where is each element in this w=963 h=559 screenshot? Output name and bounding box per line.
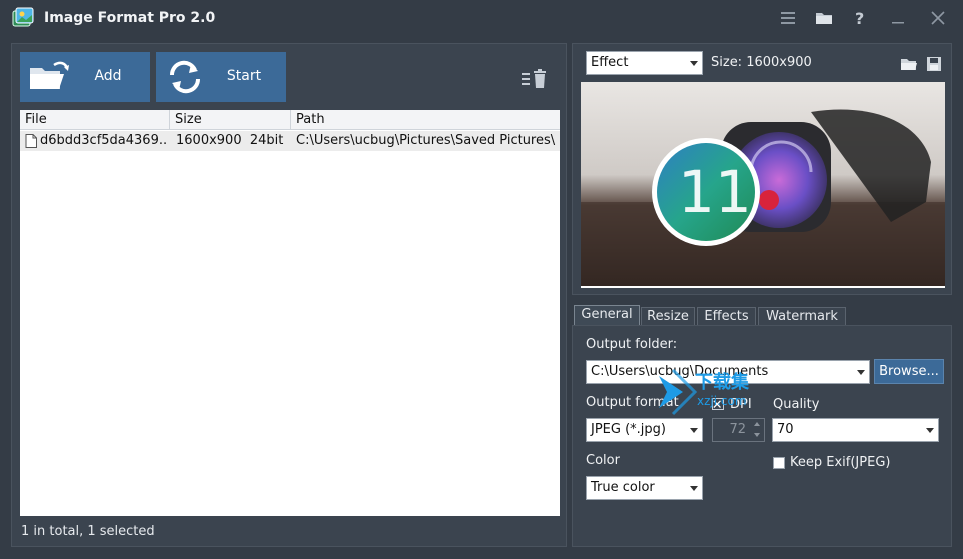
file-path-cell: C:\Users\ucbug\Pictures\Saved Pictures\: [296, 133, 556, 148]
spin-up-icon[interactable]: [754, 422, 760, 426]
tab-resize[interactable]: Resize: [641, 307, 695, 326]
open-folder-icon[interactable]: [900, 56, 918, 72]
preview-panel: Effect Size: 1600x900 11: [572, 43, 952, 295]
output-format-value: JPEG (*.jpg): [591, 422, 666, 437]
browse-button[interactable]: Browse...: [874, 359, 944, 384]
refresh-icon: [164, 59, 206, 95]
column-header-file[interactable]: File: [20, 110, 170, 130]
quality-select[interactable]: 70: [772, 418, 939, 442]
file-name-cell: d6bdd3cf5da4369...: [40, 133, 168, 148]
file-icon: [25, 134, 37, 148]
settings-panel: Output folder: C:\Users\ucbug\Documents …: [572, 325, 952, 547]
status-text: 1 in total, 1 selected: [21, 524, 155, 539]
keep-exif-checkbox[interactable]: [773, 457, 785, 469]
quality-value: 70: [777, 422, 794, 437]
color-select[interactable]: True color: [586, 476, 703, 500]
start-button[interactable]: Start: [156, 52, 286, 102]
clear-list-icon[interactable]: [521, 68, 549, 90]
color-label: Color: [586, 453, 620, 468]
chevron-down-icon: [690, 428, 698, 433]
watermark-line1: 下载集: [695, 372, 749, 393]
menu-icon[interactable]: [779, 9, 797, 27]
keep-exif-label: Keep Exif(JPEG): [790, 455, 891, 470]
output-format-select[interactable]: JPEG (*.jpg): [586, 418, 703, 442]
dpi-value: 72: [729, 422, 746, 437]
dpi-spinner[interactable]: 72: [712, 418, 765, 442]
tab-watermark[interactable]: Watermark: [758, 307, 846, 326]
file-list[interactable]: File Size Path d6bdd3cf5da4369... 1600x9…: [20, 110, 560, 516]
chevron-down-icon: [926, 428, 934, 433]
watermark-line2: xzji.com: [697, 394, 747, 408]
column-header-path[interactable]: Path: [291, 110, 560, 130]
chevron-down-icon: [857, 370, 865, 375]
chevron-down-icon: [690, 61, 698, 66]
table-row[interactable]: d6bdd3cf5da4369... 1600x900 24bit C:\Use…: [20, 131, 560, 151]
chevron-down-icon: [690, 486, 698, 491]
preview-mode-select[interactable]: Effect: [586, 51, 703, 75]
list-header: File Size Path: [20, 110, 560, 130]
site-watermark: 下载集 xzji.com: [655, 368, 795, 416]
badge-text: 11: [678, 158, 752, 226]
app-logo-icon: [11, 7, 35, 29]
add-label: Add: [94, 68, 122, 84]
save-icon[interactable]: [925, 56, 943, 72]
tab-effects[interactable]: Effects: [697, 307, 756, 326]
add-folder-icon: [28, 59, 70, 95]
add-button[interactable]: Add: [20, 52, 150, 102]
image-preview: 11: [581, 82, 945, 288]
tab-general[interactable]: General: [574, 305, 640, 326]
preview-mode-value: Effect: [591, 55, 629, 70]
close-icon[interactable]: [929, 9, 947, 27]
svg-text:?: ?: [855, 9, 864, 27]
help-icon[interactable]: ?: [851, 9, 869, 28]
column-header-size[interactable]: Size: [170, 110, 291, 130]
color-value: True color: [591, 480, 655, 495]
output-folder-label: Output folder:: [586, 337, 678, 352]
image-size-label: Size: 1600x900: [711, 55, 812, 70]
spin-down-icon[interactable]: [754, 433, 760, 437]
file-size-cell: 1600x900 24bit: [176, 133, 284, 148]
folder-icon[interactable]: [815, 9, 833, 27]
file-panel: Add Start File Size Path d6bdd3cf5da4369…: [11, 43, 567, 547]
app-title: Image Format Pro 2.0: [44, 10, 216, 26]
minimize-icon[interactable]: [889, 9, 907, 27]
start-label: Start: [226, 68, 262, 84]
title-bar: Image Format Pro 2.0 ?: [0, 0, 963, 36]
